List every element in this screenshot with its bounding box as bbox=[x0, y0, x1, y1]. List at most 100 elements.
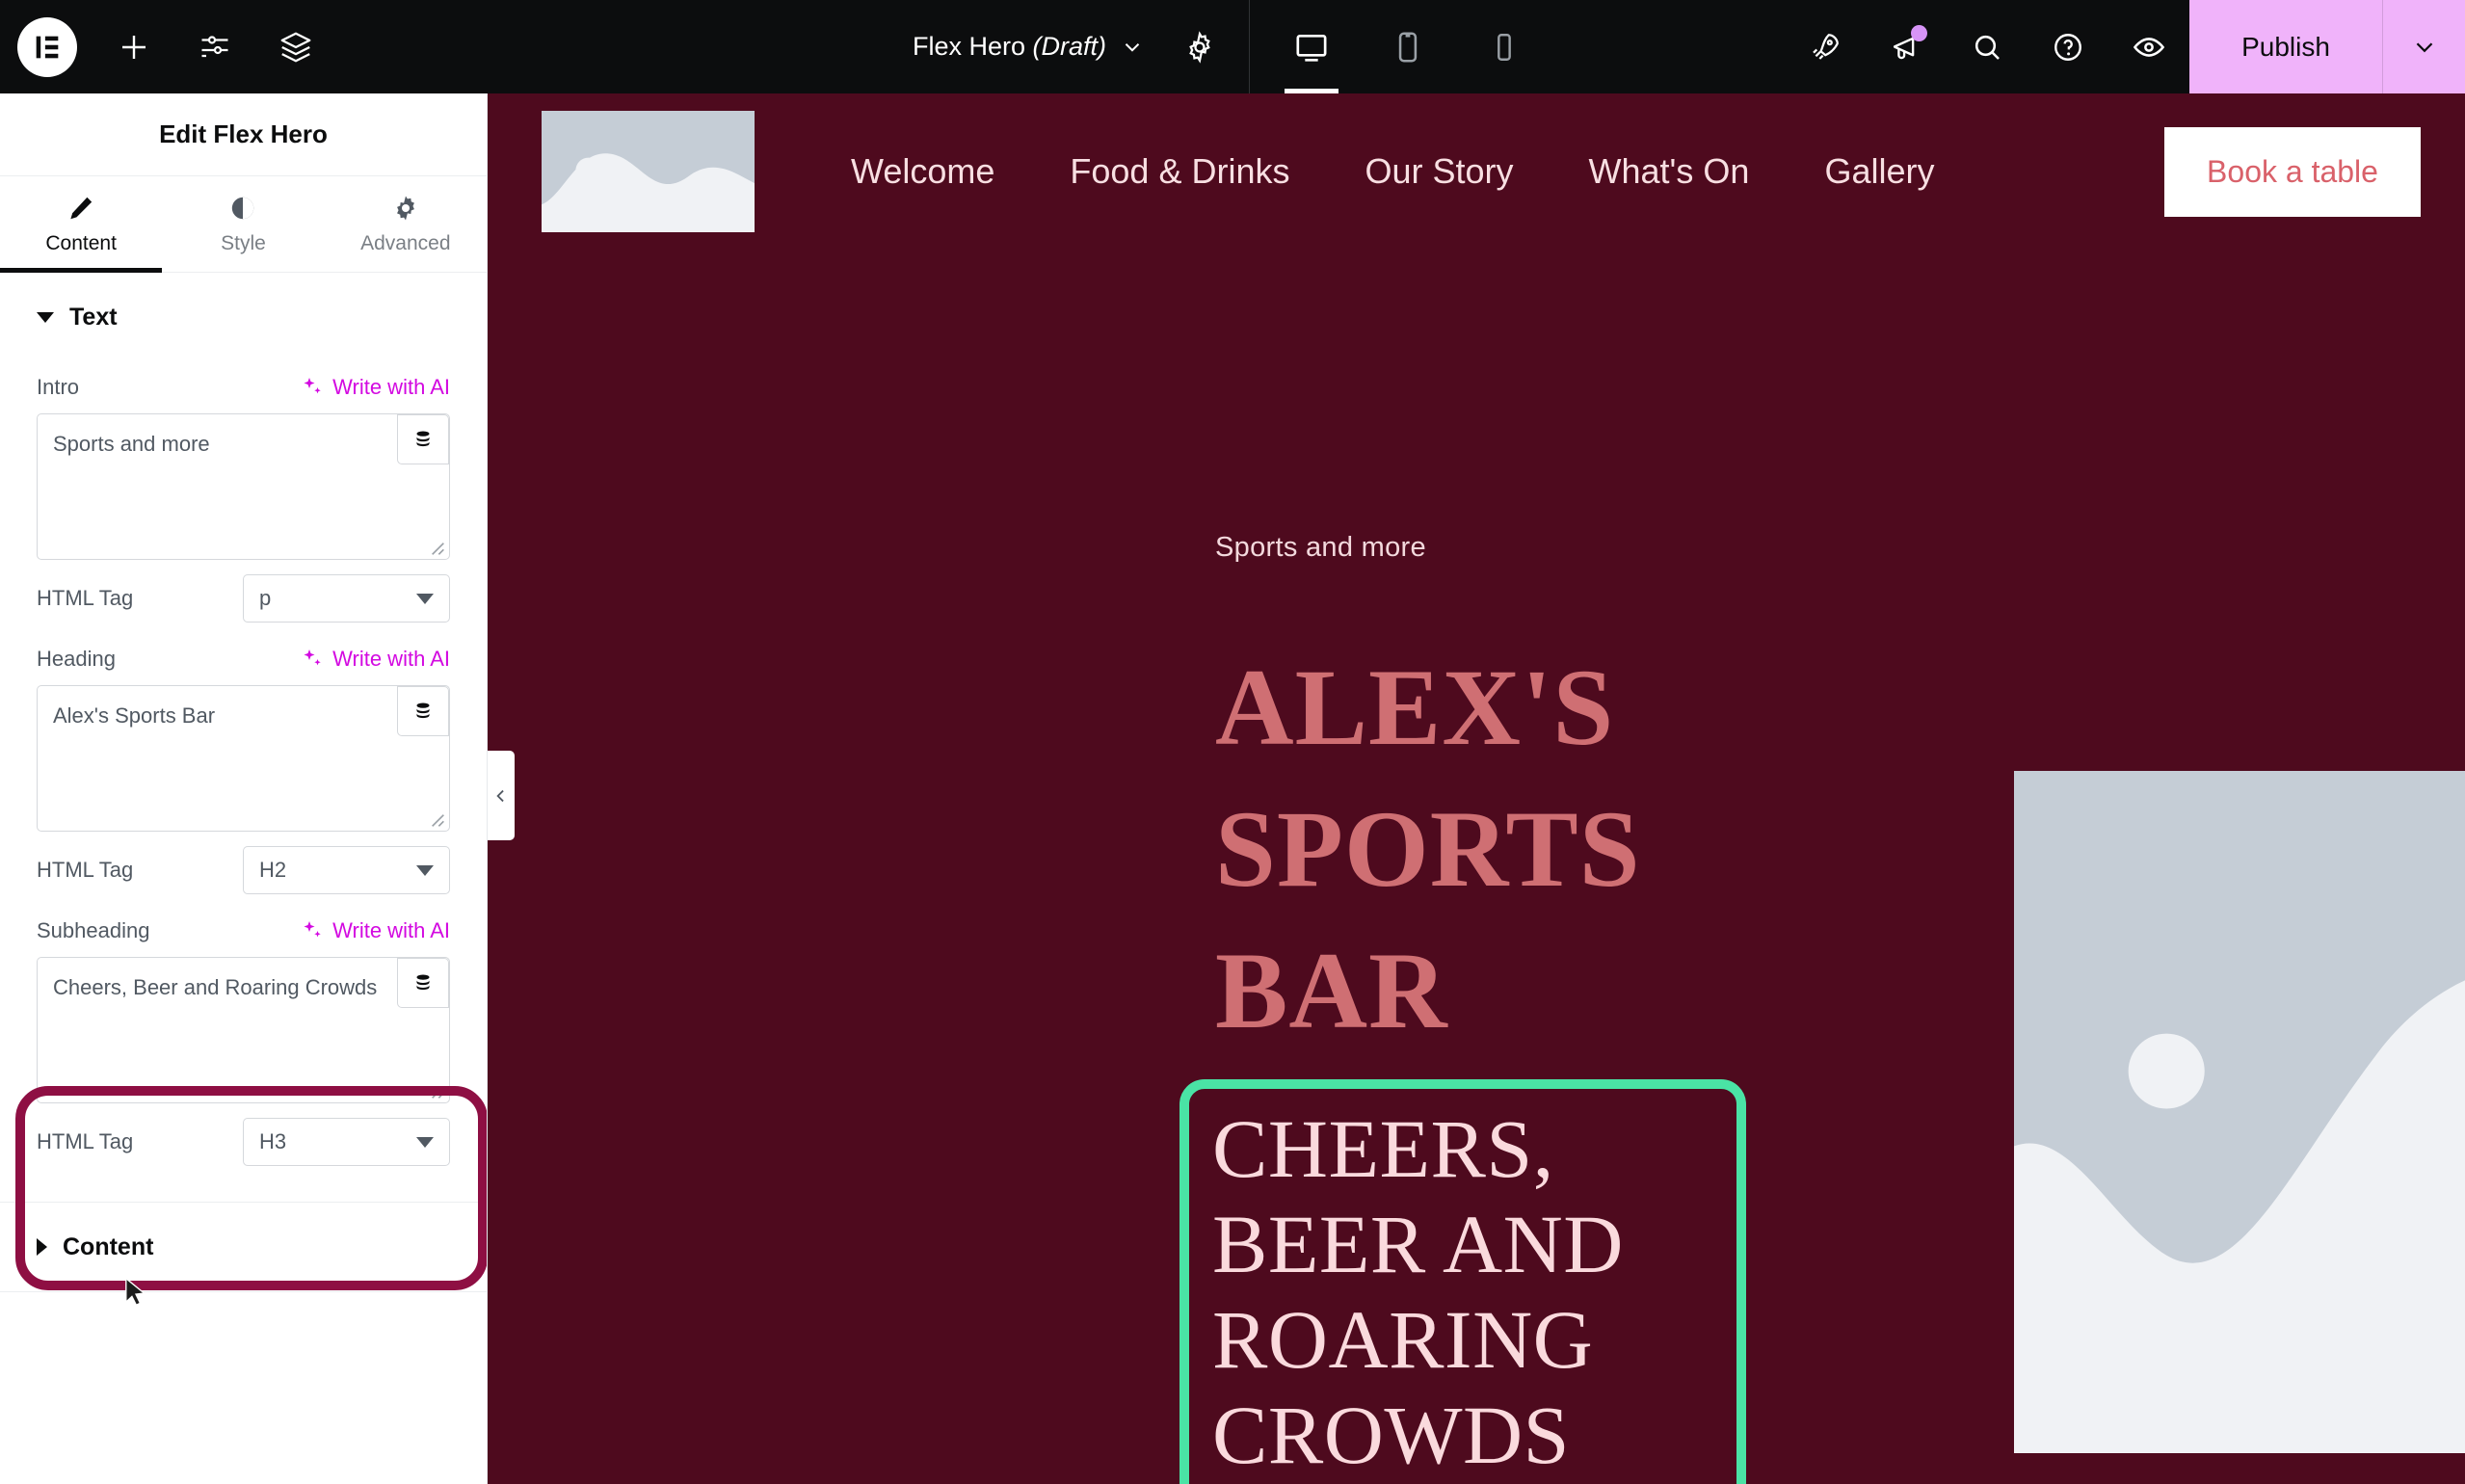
nav-item-welcome[interactable]: Welcome bbox=[851, 151, 994, 192]
chevron-left-icon bbox=[496, 789, 504, 802]
subheading-html-tag-value: H3 bbox=[259, 1129, 287, 1153]
toolbar-right-group: Publish bbox=[1785, 0, 2465, 93]
tab-style[interactable]: Style bbox=[162, 176, 324, 272]
intro-html-tag-select[interactable]: p bbox=[243, 574, 450, 623]
hero-subheading[interactable]: CHEERS, BEER AND ROARING CROWDS bbox=[1212, 1101, 1737, 1483]
intro-write-with-ai-button[interactable]: Write with AI bbox=[301, 375, 450, 400]
intro-textarea-wrap: Sports and more bbox=[37, 413, 450, 560]
intro-html-tag-value: p bbox=[259, 586, 272, 610]
control-intro-row: Intro Write with AI bbox=[37, 361, 450, 413]
chevron-down-icon bbox=[37, 311, 54, 323]
desktop-icon bbox=[1296, 34, 1327, 62]
section-text-title: Text bbox=[69, 303, 118, 331]
book-a-table-button[interactable]: Book a table bbox=[2164, 126, 2421, 217]
image-placeholder-icon bbox=[2014, 771, 2465, 1453]
panel-collapse-button[interactable] bbox=[488, 751, 515, 840]
tab-content[interactable]: Content bbox=[0, 176, 163, 273]
intro-textarea[interactable]: Sports and more bbox=[37, 413, 450, 560]
tab-advanced[interactable]: Advanced bbox=[325, 176, 487, 272]
site-nav: Welcome Food & Drinks Our Story What's O… bbox=[851, 151, 1934, 192]
section-content-header[interactable]: Content bbox=[0, 1203, 487, 1291]
subheading-write-with-ai-button[interactable]: Write with AI bbox=[301, 918, 450, 943]
database-stack-icon bbox=[416, 431, 430, 447]
subheading-value: Cheers, Beer and Roaring Crowds bbox=[53, 975, 378, 999]
subheading-textarea[interactable]: Cheers, Beer and Roaring Crowds bbox=[37, 957, 450, 1103]
heading-label: Heading bbox=[37, 647, 116, 671]
toolbar-left-group bbox=[0, 0, 336, 93]
preview-eye-icon-button[interactable] bbox=[2108, 0, 2189, 93]
subheading-ai-label: Write with AI bbox=[332, 918, 450, 942]
document-title: Flex Hero (Draft) bbox=[913, 32, 1112, 62]
document-state: (Draft) bbox=[1032, 32, 1107, 61]
heading-html-tag-select[interactable]: H2 bbox=[243, 846, 450, 894]
chevron-down-icon bbox=[416, 864, 434, 876]
chevron-right-icon bbox=[37, 1238, 47, 1256]
nav-item-food-and-drinks[interactable]: Food & Drinks bbox=[1070, 151, 1289, 192]
add-element-button[interactable] bbox=[93, 0, 174, 93]
control-subheading-html-tag: HTML Tag H3 bbox=[0, 1107, 487, 1177]
tablet-icon bbox=[1398, 31, 1418, 63]
device-mobile-button[interactable] bbox=[1456, 0, 1552, 93]
hero-image[interactable] bbox=[2014, 771, 2465, 1453]
nav-item-whats-on[interactable]: What's On bbox=[1589, 151, 1750, 192]
heading-dynamic-tags-button[interactable] bbox=[397, 686, 449, 736]
database-stack-icon bbox=[416, 702, 430, 719]
sparkle-icon bbox=[304, 378, 321, 394]
search-icon bbox=[1975, 35, 2000, 60]
nav-item-gallery[interactable]: Gallery bbox=[1824, 151, 1934, 192]
heading-html-tag-label: HTML Tag bbox=[37, 858, 134, 882]
hero-heading[interactable]: ALEX'S SPORTS BAR bbox=[1215, 638, 1774, 1063]
sparkle-icon bbox=[304, 921, 321, 938]
intro-value: Sports and more bbox=[53, 432, 210, 456]
mouse-cursor bbox=[125, 1277, 146, 1307]
site-settings-button[interactable] bbox=[174, 0, 255, 93]
contrast-circle-icon bbox=[232, 197, 254, 220]
nav-item-our-story[interactable]: Our Story bbox=[1365, 151, 1513, 192]
elementor-logo-button[interactable] bbox=[0, 0, 93, 93]
toolbar-divider bbox=[1249, 0, 1251, 93]
subheading-html-tag-select[interactable]: H3 bbox=[243, 1118, 450, 1166]
publish-options-chevron-down-icon[interactable] bbox=[2382, 0, 2465, 93]
heading-write-with-ai-button[interactable]: Write with AI bbox=[301, 647, 450, 672]
top-toolbar: Flex Hero (Draft) Publish bbox=[0, 0, 2465, 93]
image-placeholder-icon bbox=[542, 111, 755, 232]
heading-html-tag-value: H2 bbox=[259, 858, 287, 882]
resize-handle-icon[interactable] bbox=[426, 1080, 445, 1100]
device-desktop-button[interactable] bbox=[1263, 0, 1360, 93]
finder-search-button[interactable] bbox=[1947, 0, 2028, 93]
document-menu-chevron-down-icon[interactable] bbox=[1120, 35, 1145, 60]
heading-textarea[interactable]: Alex's Sports Bar bbox=[37, 685, 450, 832]
control-heading-row: Heading Write with AI bbox=[37, 633, 450, 685]
tab-style-label: Style bbox=[221, 232, 266, 254]
resize-handle-icon[interactable] bbox=[426, 808, 445, 828]
device-tablet-button[interactable] bbox=[1360, 0, 1456, 93]
publish-button[interactable]: Publish bbox=[2189, 0, 2382, 93]
help-icon bbox=[2054, 33, 2081, 61]
control-subheading-row: Subheading Write with AI bbox=[37, 905, 450, 957]
section-text-header[interactable]: Text bbox=[0, 273, 487, 361]
chevron-down-icon bbox=[416, 1136, 434, 1148]
elementor-editor: Flex Hero (Draft) Publish Edit Flex Hero… bbox=[0, 0, 2465, 1484]
panel-tabs: Content Style Advanced bbox=[0, 176, 487, 273]
layers-icon bbox=[280, 32, 311, 62]
subheading-dynamic-tags-button[interactable] bbox=[397, 958, 449, 1008]
control-intro: Intro Write with AI Sports and more bbox=[0, 361, 487, 560]
intro-dynamic-tags-button[interactable] bbox=[397, 414, 449, 464]
tab-content-label: Content bbox=[45, 232, 117, 254]
help-button[interactable] bbox=[2028, 0, 2108, 93]
control-heading: Heading Write with AI Alex's Sports Bar bbox=[0, 633, 487, 832]
section-content-title: Content bbox=[63, 1232, 154, 1260]
elementor-logo-glyph bbox=[36, 36, 58, 58]
sparkle-icon bbox=[304, 649, 321, 666]
whats-new-button[interactable] bbox=[1866, 0, 1947, 93]
site-logo[interactable] bbox=[542, 111, 755, 232]
page-settings-button[interactable] bbox=[1164, 0, 1235, 93]
heading-textarea-wrap: Alex's Sports Bar bbox=[37, 685, 450, 832]
structure-layers-button[interactable] bbox=[255, 0, 336, 93]
heading-ai-label: Write with AI bbox=[332, 647, 450, 671]
panel-section-divider-bottom bbox=[0, 1291, 487, 1292]
launchpad-button[interactable] bbox=[1785, 0, 1866, 93]
pencil-icon bbox=[70, 197, 93, 220]
resize-handle-icon[interactable] bbox=[426, 537, 445, 556]
subheading-html-tag-label: HTML Tag bbox=[37, 1129, 134, 1153]
